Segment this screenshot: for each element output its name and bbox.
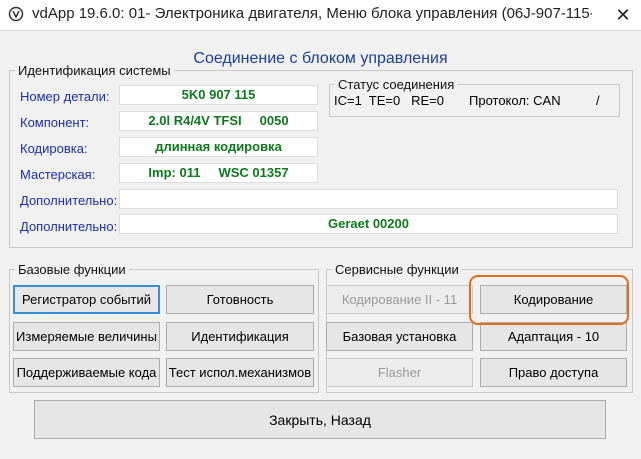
workshop-label: Мастерская: — [20, 167, 96, 182]
identification-legend: Идентификация системы — [15, 63, 174, 78]
additional-label-2: Дополнительно: — [20, 219, 118, 234]
basic-settings-button[interactable]: Базовая установка — [326, 322, 473, 351]
connection-status-legend: Статус соединения — [335, 77, 458, 92]
protocol-text: Протокол: CAN — [469, 93, 561, 108]
workshop-value: Imp: 011 WSC 01357 — [119, 163, 318, 183]
coding-label: Кодировка: — [20, 141, 88, 156]
additional-value-1 — [119, 189, 618, 209]
part-number-label: Номер детали: — [20, 89, 110, 104]
component-value: 2.0l R4/4V TFSI 0050 — [119, 111, 318, 131]
coding-value: длинная кодировка — [119, 137, 318, 157]
access-rights-button[interactable]: Право доступа — [480, 358, 627, 387]
identification-button[interactable]: Идентификация — [166, 322, 314, 351]
coding-ii-button[interactable]: Кодирование II - 11 — [326, 285, 473, 314]
app-icon — [8, 6, 24, 22]
actuator-test-button[interactable]: Тест испол.механизмов — [166, 358, 314, 387]
coding-highlight — [469, 275, 629, 325]
basic-functions-legend: Базовые функции — [15, 262, 129, 277]
component-label: Компонент: — [20, 115, 90, 130]
adaptation-button[interactable]: Адаптация - 10 — [480, 322, 627, 351]
close-icon[interactable]: ✕ — [605, 0, 641, 30]
additional-value-2: Geraet 00200 — [119, 214, 618, 234]
measured-values-button[interactable]: Измеряемые величины — [13, 322, 160, 351]
event-recorder-button[interactable]: Регистратор событий — [13, 285, 160, 314]
service-functions-legend: Сервисные функции — [332, 262, 462, 277]
title-bar: vdApp 19.6.0: 01- Электроника двигателя,… — [0, 0, 641, 31]
close-back-button[interactable]: Закрыть, Назад — [34, 400, 606, 439]
flasher-button[interactable]: Flasher — [326, 358, 473, 387]
protocol-separator: / — [596, 93, 600, 108]
dialog-window: vdApp 19.6.0: 01- Электроника двигателя,… — [0, 0, 641, 459]
readiness-button[interactable]: Готовность — [166, 285, 314, 314]
additional-label-1: Дополнительно: — [20, 193, 118, 208]
connection-counters: IC=1 TE=0 RE=0 — [334, 93, 444, 108]
part-number-value: 5K0 907 115 — [119, 85, 318, 105]
window-title: vdApp 19.6.0: 01- Электроника двигателя,… — [32, 5, 592, 22]
supported-codes-button[interactable]: Поддерживаемые кода — [13, 358, 160, 387]
